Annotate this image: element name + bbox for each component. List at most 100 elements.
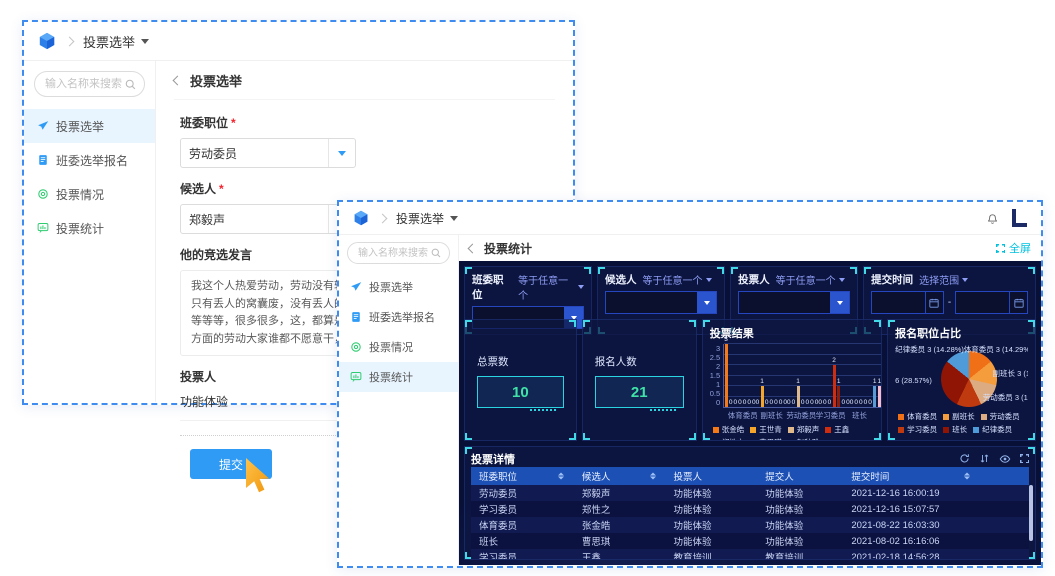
legend-item[interactable]: 郑性之: [712, 437, 744, 440]
date-start-input[interactable]: [871, 291, 944, 314]
breadcrumb-chevron-icon: [377, 213, 388, 223]
filter-operator-dropdown[interactable]: 等于任意一个: [776, 272, 845, 287]
bar-value-label: 0: [868, 398, 872, 406]
table-row: 学习委员 郑性之 功能体验 功能体验 2021-12-16 15:07:57: [471, 501, 1029, 517]
sidebar-item-2[interactable]: 投票情况: [339, 332, 458, 362]
candidate-select[interactable]: 郑毅声: [180, 204, 356, 234]
back-chevron-icon[interactable]: [467, 243, 478, 253]
target-icon: [37, 188, 49, 200]
filter-operator-dropdown[interactable]: 选择范围: [919, 272, 969, 287]
bar-group: 3000000: [724, 336, 756, 408]
sidebar-search[interactable]: [347, 242, 450, 264]
bar: [760, 386, 764, 407]
fullscreen-button[interactable]: 全屏: [996, 240, 1031, 256]
filter-name-label: 提交时间: [871, 274, 914, 286]
x-tick-label: 劳动委员: [786, 411, 816, 420]
stats-page: 投票统计 全屏 班委职位 等于任意一个 候选人 等于任意一个 投票人 等于任意一个 提交时间…: [459, 235, 1041, 565]
legend-item[interactable]: 副班长: [943, 411, 975, 422]
sidebar-item-1[interactable]: 班委选举报名: [339, 302, 458, 332]
legend-item[interactable]: 学习委员: [898, 424, 937, 435]
bar: [724, 344, 728, 407]
sort-icon[interactable]: [963, 472, 970, 480]
legend-item[interactable]: 纪律委员: [973, 424, 1012, 435]
eye-icon[interactable]: [999, 453, 1011, 465]
app-title-dropdown[interactable]: 投票选举: [83, 32, 150, 51]
legend-item[interactable]: 体育委员: [898, 411, 937, 422]
topbar-actions: [986, 209, 1027, 227]
bar-chart: 3 2.5 2 1.5 1 0.5 0 30000000100000001000000021…: [710, 336, 882, 408]
table-cell: 功能体验: [673, 489, 712, 500]
table-row: 体育委员 张金皓 功能体验 功能体验 2021-08-22 16:03:30: [471, 517, 1029, 533]
filter-select[interactable]: [605, 291, 718, 314]
bar-group: 0000011: [850, 344, 881, 407]
sidebar-item-0[interactable]: 投票选举: [24, 109, 155, 143]
field-label-text: 候选人: [180, 182, 217, 196]
back-chevron-icon[interactable]: [172, 75, 183, 86]
sidebar-item-0[interactable]: 投票选举: [339, 272, 458, 302]
sidebar-search[interactable]: [34, 71, 145, 97]
legend-item[interactable]: 张金皓: [712, 424, 744, 435]
bar-slot: 0: [805, 399, 809, 408]
filter-operator-dropdown[interactable]: 等于任意一个: [643, 272, 712, 287]
bar-value-label: 0: [738, 398, 742, 406]
calendar-icon[interactable]: [1009, 292, 1027, 313]
stat-card-total-votes: 总票数 10: [464, 319, 577, 441]
filter-select[interactable]: [738, 291, 851, 314]
pie-chart: 体育委员 3 (14.29%副班长 3 (1劳动委员 3 (14学习委员 3 (…: [895, 344, 1028, 408]
filter-operator-dropdown[interactable]: 等于任意一个: [518, 272, 585, 302]
bar-value-label: 0: [841, 398, 846, 406]
bar-value-label: 0: [778, 398, 783, 406]
column-label: 候选人: [581, 472, 611, 483]
bell-icon[interactable]: [986, 212, 999, 225]
legend-item[interactable]: 曹思琪: [750, 437, 782, 440]
date-end-input[interactable]: [955, 291, 1028, 314]
sort-icon[interactable]: [649, 472, 656, 480]
calendar-icon[interactable]: [924, 292, 943, 313]
search-input[interactable]: [43, 77, 125, 91]
legend-item[interactable]: 王鑫: [825, 424, 849, 435]
expand-icon[interactable]: [1020, 454, 1029, 463]
table-header-cell[interactable]: 候选人: [573, 467, 666, 485]
legend-item[interactable]: 赵秋雅: [787, 437, 820, 440]
refresh-icon[interactable]: [959, 453, 970, 464]
legend-item[interactable]: 郑毅声: [787, 424, 819, 435]
table-header-cell[interactable]: 提交时间: [843, 467, 980, 485]
legend-label: 赵秋雅: [797, 437, 820, 440]
document-icon: [350, 311, 362, 323]
sort-icon[interactable]: [557, 472, 564, 480]
x-tick-label: 体育委员: [727, 411, 758, 420]
legend-item[interactable]: 班长: [943, 424, 967, 435]
sidebar-item-1[interactable]: 班委选举报名: [24, 143, 155, 177]
table-header-cell-empty: [979, 467, 1029, 485]
bar-slot: 3: [724, 336, 728, 407]
sort-up-arrow: [649, 472, 656, 476]
window-voting-stats: 投票选举 投票选举班委选举报名投票情况投票统计 投票统计: [337, 200, 1043, 568]
stat-label: 报名人数: [594, 356, 637, 368]
bar: [832, 365, 836, 407]
bar-chart-title: 投票结果: [709, 328, 754, 340]
table-header-cell[interactable]: 班委职位: [471, 467, 574, 485]
search-input[interactable]: [356, 246, 431, 260]
filter-head: 投票人 等于任意一个: [738, 272, 850, 287]
legend-item[interactable]: 王世青: [750, 424, 782, 435]
required-asterisk: *: [231, 116, 236, 130]
sort-rows-icon[interactable]: [979, 453, 990, 464]
table-scrollbar[interactable]: [1029, 485, 1033, 541]
sidebar-item-3[interactable]: 投票统计: [24, 211, 155, 245]
position-select[interactable]: 劳动委员: [180, 138, 356, 168]
fullscreen-label: 全屏: [1009, 243, 1031, 255]
bar-slot: 0: [747, 399, 751, 408]
stat-card-registrations: 报名人数 21: [581, 319, 697, 441]
table-cell: 功能体验: [765, 505, 804, 516]
sort-up-arrow: [557, 472, 564, 476]
app-title-dropdown[interactable]: 投票选举: [396, 210, 459, 227]
window1-topbar: 投票选举: [24, 22, 573, 61]
sidebar-item-2[interactable]: 投票情况: [24, 177, 155, 211]
sort-down-arrow: [963, 476, 970, 480]
sidebar-item-3[interactable]: 投票统计: [339, 362, 458, 392]
page-title: 投票统计: [484, 241, 533, 256]
legend-item[interactable]: 劳动委员: [980, 411, 1020, 422]
table-cell: 学习委员: [479, 553, 518, 560]
y-tick-label: 3: [716, 344, 721, 353]
bar-slot: 0: [864, 399, 868, 408]
